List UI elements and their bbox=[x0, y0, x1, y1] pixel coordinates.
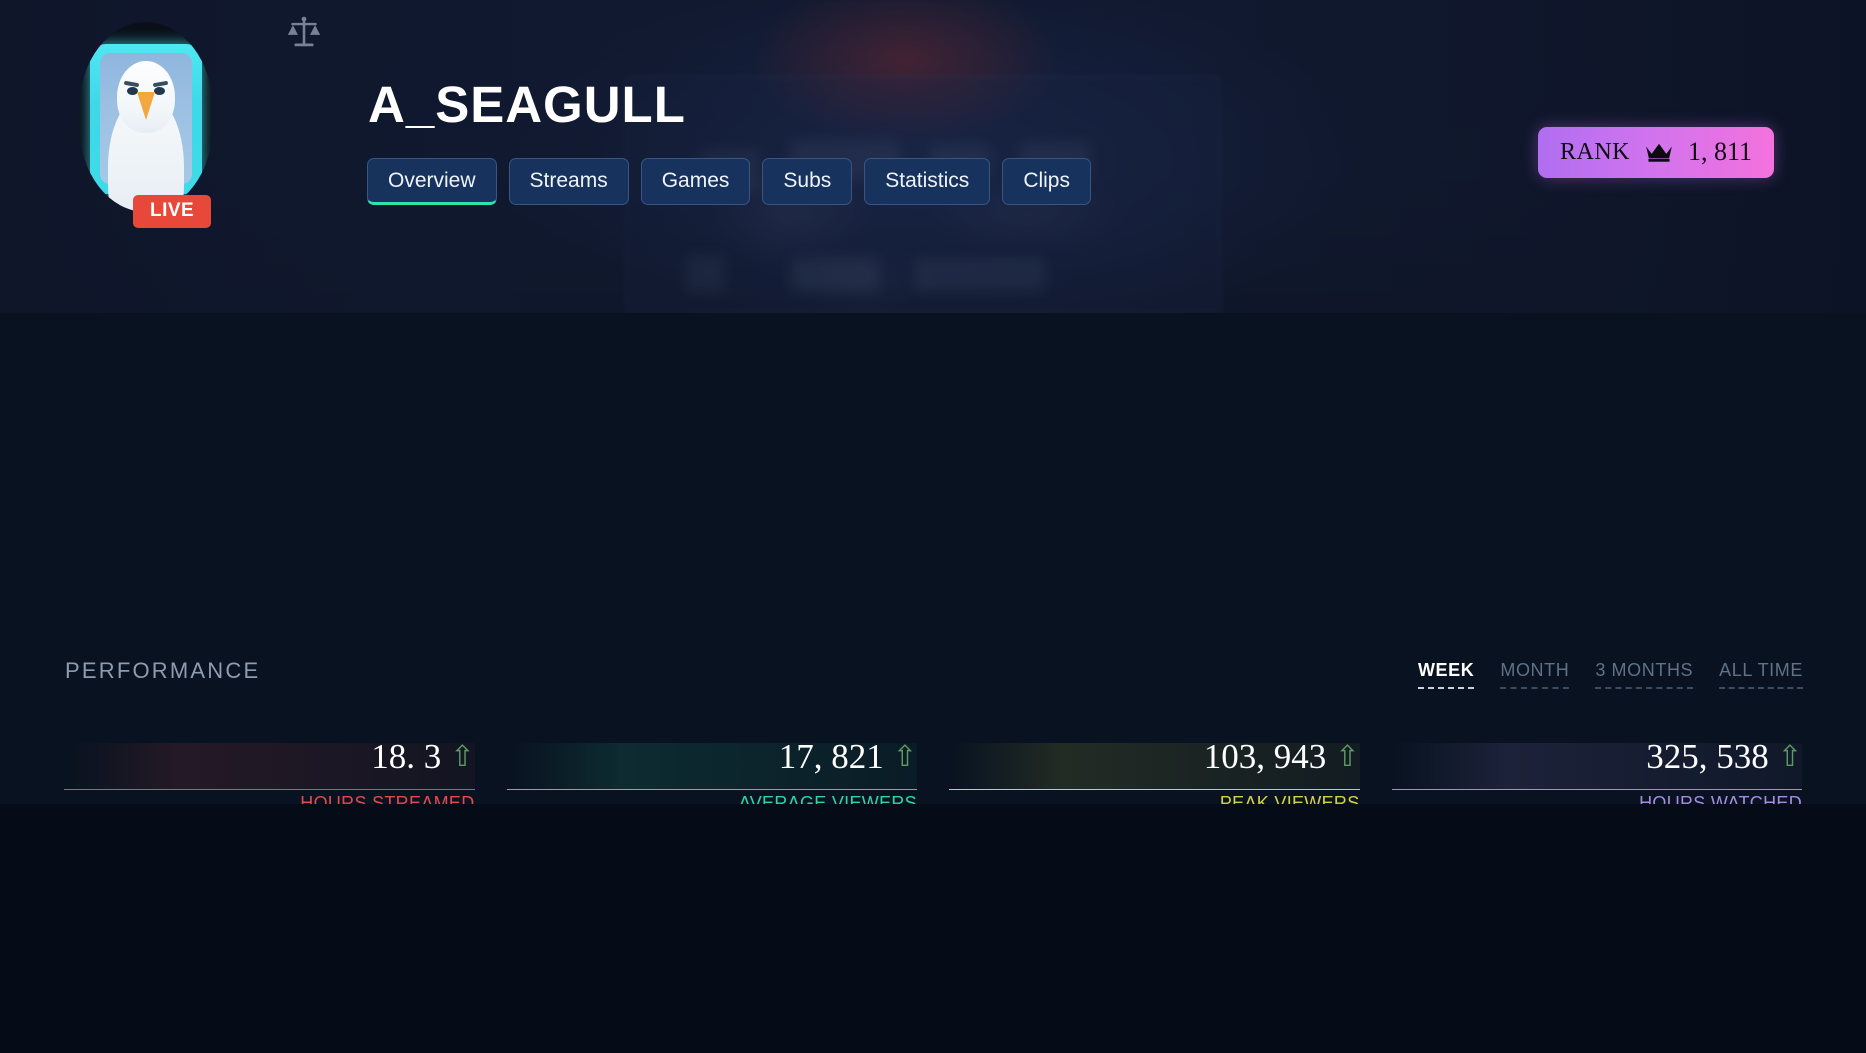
filter-all-time[interactable]: ALL TIME bbox=[1719, 660, 1803, 689]
tab-statistics[interactable]: Statistics bbox=[864, 158, 991, 205]
avatar-glow-frame bbox=[90, 44, 202, 212]
trend-up-icon: ⇧ bbox=[1335, 740, 1360, 773]
stat-underline bbox=[1391, 789, 1802, 790]
live-badge: LIVE bbox=[133, 195, 212, 228]
avatar[interactable]: LIVE bbox=[79, 22, 213, 236]
performance-title: PERFORMANCE bbox=[65, 658, 261, 683]
seagull-eye-icon bbox=[154, 87, 165, 95]
channel-stats-page: LIVE A_SEAGULL Overview Streams Games Su… bbox=[0, 0, 1866, 1053]
summary-section: SUMMARY 5, 464TOTAL HOURS STREAMED324th1… bbox=[0, 804, 1866, 1053]
rank-badge[interactable]: RANK 1, 811 bbox=[1538, 127, 1775, 178]
trend-up-icon: ⇧ bbox=[1777, 740, 1802, 773]
stat-value: 17, 821 ⇧ bbox=[778, 737, 917, 776]
trend-up-icon: ⇧ bbox=[450, 740, 475, 773]
avatar-backdrop bbox=[100, 53, 192, 212]
stat-underline bbox=[506, 789, 917, 790]
channel-tabs: Overview Streams Games Subs Statistics C… bbox=[367, 158, 1091, 205]
channel-banner: LIVE A_SEAGULL Overview Streams Games Su… bbox=[0, 0, 1866, 313]
stat-value: 18. 3 ⇧ bbox=[371, 737, 475, 776]
rank-value: 1, 811 bbox=[1688, 137, 1753, 166]
trend-up-icon: ⇧ bbox=[892, 740, 917, 773]
page-title: A_SEAGULL bbox=[368, 76, 686, 133]
tab-clips[interactable]: Clips bbox=[1002, 158, 1091, 205]
avatar-image bbox=[79, 22, 213, 212]
time-range-filter: WEEK MONTH 3 MONTHS ALL TIME bbox=[1417, 660, 1803, 689]
scales-icon[interactable] bbox=[285, 14, 323, 52]
filter-3-months[interactable]: 3 MONTHS bbox=[1595, 660, 1694, 689]
stat-underline bbox=[949, 789, 1360, 790]
seagull-head-icon bbox=[117, 61, 175, 133]
seagull-beak-icon bbox=[137, 92, 155, 120]
performance-section: PERFORMANCE WEEK MONTH 3 MONTHS ALL TIME… bbox=[0, 313, 1866, 1053]
stat-underline bbox=[64, 789, 475, 790]
crown-icon bbox=[1646, 143, 1672, 162]
filter-week[interactable]: WEEK bbox=[1417, 660, 1475, 689]
tab-subs[interactable]: Subs bbox=[762, 158, 853, 205]
tab-overview[interactable]: Overview bbox=[367, 158, 497, 205]
filter-month[interactable]: MONTH bbox=[1500, 660, 1570, 689]
stat-value: 103, 943 ⇧ bbox=[1203, 737, 1360, 776]
rank-label: RANK bbox=[1560, 138, 1631, 165]
stat-value: 325, 538 ⇧ bbox=[1646, 737, 1802, 776]
tab-games[interactable]: Games bbox=[640, 158, 751, 205]
tab-streams[interactable]: Streams bbox=[508, 158, 629, 205]
